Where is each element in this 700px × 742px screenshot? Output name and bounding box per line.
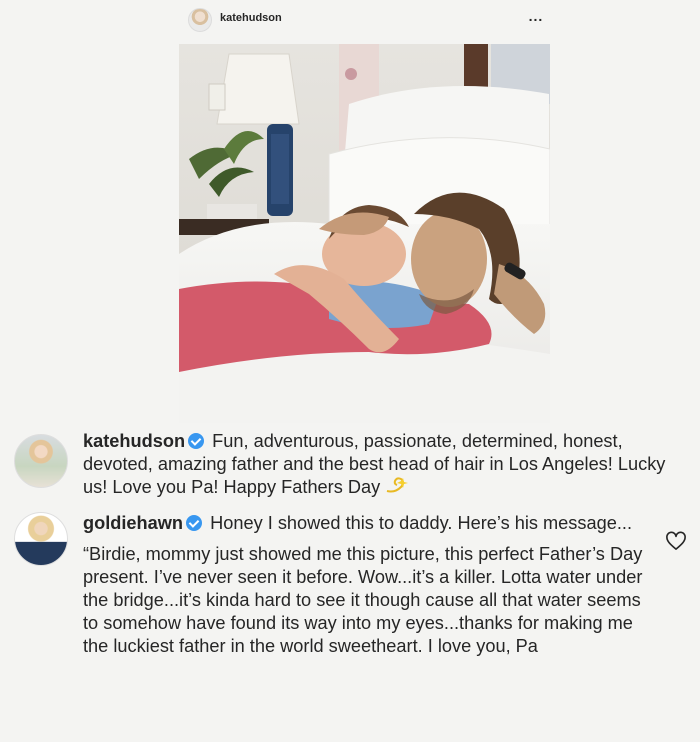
more-options-icon[interactable]: ... [524,8,548,24]
comment-username[interactable]: katehudson [83,431,185,451]
comment-username[interactable]: goldiehawn [83,513,183,533]
dizzy-icon [385,477,411,495]
comment-quote: “Birdie, mommy just showed me this pictu… [83,544,643,656]
avatar[interactable] [188,8,212,32]
post-photo[interactable] [179,44,550,423]
family-photo-icon [179,44,550,423]
heart-icon[interactable] [665,531,687,551]
comment-text: Honey I showed this to daddy. Here’s his… [210,513,632,533]
avatar[interactable] [14,434,68,488]
verified-icon [186,515,203,531]
post-header: katehudson ... [0,0,700,40]
header-username[interactable]: katehudson [220,12,282,24]
comment: katehudson Fun, adventurous, passionate,… [83,430,683,499]
verified-icon [188,433,205,449]
comment: goldiehawn Honey I showed this to daddy.… [83,512,643,658]
avatar[interactable] [14,512,68,566]
